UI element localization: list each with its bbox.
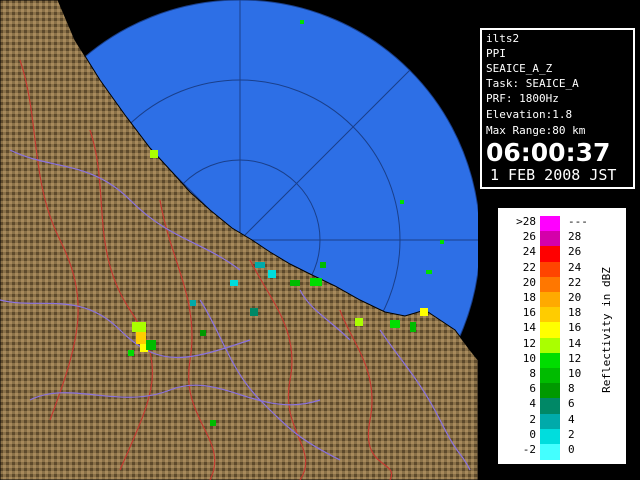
legend-label-right: 12 (568, 351, 582, 365)
info-task: Task: SEAICE_A (486, 77, 579, 90)
legend-label-left: 6 (529, 382, 536, 396)
legend-swatch (540, 413, 560, 430)
legend-label-right: 14 (568, 336, 582, 350)
legend-label-left: 14 (522, 321, 536, 335)
legend-unit-label-box: Reflectivity in dBZ (600, 267, 613, 393)
legend-label-right: 20 (568, 291, 582, 304)
legend-label-left: 20 (522, 275, 536, 289)
legend-label-left: 22 (522, 260, 536, 274)
legend-label-left: 0 (529, 427, 536, 441)
radar-ppi-map (0, 0, 478, 480)
legend-label-left: 12 (522, 336, 536, 350)
legend-label-right: 16 (568, 321, 582, 335)
legend-swatch (540, 231, 560, 248)
legend-label-right: 24 (568, 260, 582, 274)
legend-label-right: 26 (568, 245, 582, 259)
legend-label-left: 18 (522, 291, 536, 304)
scan-info-panel: ilts2 PPI SEAICE_A_Z Task: SEAICE_A PRF:… (480, 28, 635, 189)
legend-label-left: 10 (522, 351, 536, 365)
legend-label-right: 22 (568, 275, 582, 289)
legend-swatch (540, 246, 560, 263)
legend-label-left: -2 (522, 443, 536, 456)
legend-swatch (540, 292, 560, 308)
legend-label-right: 10 (568, 367, 582, 380)
legend-label-top-right: --- (568, 215, 588, 228)
info-max-range: Max Range:80 km (486, 124, 586, 137)
legend-swatch (540, 216, 560, 232)
legend-label-left: 2 (529, 412, 536, 426)
legend-label-right: 0 (568, 443, 575, 456)
info-elevation: Elevation:1.8 (486, 108, 573, 121)
legend-label-right: 18 (568, 306, 582, 320)
legend-swatch (540, 383, 560, 400)
legend-swatch (540, 428, 560, 445)
legend-swatch (540, 337, 560, 354)
legend-swatch (540, 352, 560, 369)
info-site: ilts2 (486, 32, 520, 45)
reflectivity-legend: >28 --- Reflectivity in dBZ 26 24 22 20 18 16… (498, 208, 626, 464)
legend-swatch (540, 276, 560, 293)
legend-label-left: 24 (522, 245, 536, 259)
legend-unit-label: Reflectivity in dBZ (600, 267, 613, 393)
info-prf: PRF: 1800Hz (486, 92, 559, 105)
legend-label-top-left: >28 (516, 215, 536, 228)
scan-time: 06:00:37 (486, 138, 611, 167)
legend-label-right: 28 (568, 230, 582, 244)
legend-swatch (540, 307, 560, 324)
radar-display: ilts2 PPI SEAICE_A_Z Task: SEAICE_A PRF:… (0, 0, 640, 480)
scan-date: 1 FEB 2008 JST (490, 166, 617, 184)
legend-swatch (540, 322, 560, 339)
legend-label-left: 8 (529, 367, 536, 380)
legend-label-left: 16 (522, 306, 536, 320)
legend-label-right: 4 (568, 412, 575, 426)
info-product: SEAICE_A_Z (486, 62, 553, 75)
legend-label-right: 6 (568, 397, 575, 411)
legend-swatch (540, 368, 560, 384)
legend-label-right: 8 (568, 382, 575, 396)
legend-label-right: 2 (568, 427, 575, 441)
legend-label-left: 4 (529, 397, 536, 411)
info-scan-type: PPI (486, 47, 506, 60)
legend-swatch (540, 444, 560, 460)
legend-swatch (540, 398, 560, 415)
legend-swatch (540, 261, 560, 278)
legend-label-left: 26 (522, 230, 536, 244)
